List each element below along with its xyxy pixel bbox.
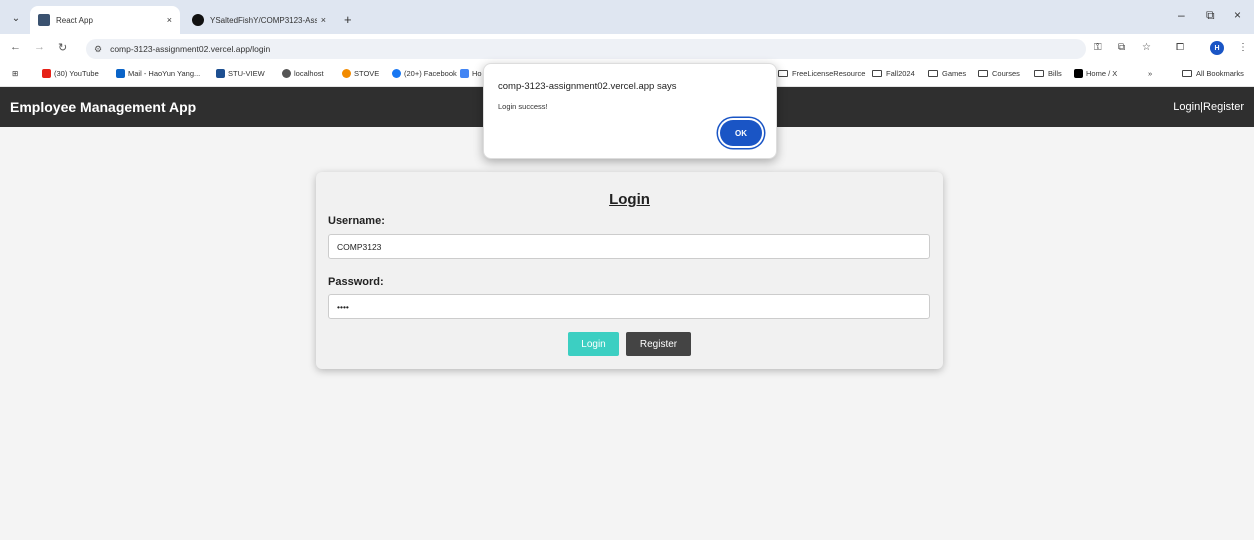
bookmark-mail[interactable]: Mail - HaoYun Yang... [116, 69, 200, 78]
bookmark-label: Ho [472, 69, 482, 78]
bookmark-label: (30) YouTube [54, 69, 99, 78]
bookmark-label: Courses [992, 69, 1020, 78]
close-tab-icon[interactable]: × [321, 15, 326, 25]
bookmark-label: Bills [1048, 69, 1062, 78]
bookmark-label: Games [942, 69, 967, 78]
folder-icon [928, 70, 938, 77]
bookmark-label: Mail - HaoYun Yang... [128, 69, 201, 78]
close-tab-icon[interactable]: × [167, 15, 172, 25]
bookmark-folder-courses[interactable]: Courses [978, 69, 1020, 78]
address-bar[interactable]: ⚙ comp-3123-assignment02.vercel.app/logi… [86, 39, 1086, 59]
bookmark-stove[interactable]: STOVE [342, 69, 379, 78]
dialog-ok-button[interactable]: OK [720, 120, 762, 146]
bookmark-label: localhost [294, 69, 324, 78]
bookmark-label: STU-VIEW [228, 69, 265, 78]
minimize-icon[interactable]: – [1178, 8, 1185, 22]
new-tab-button[interactable]: + [344, 12, 352, 27]
tab-strip: ⌄ React App × YSaltedFishY/COMP3123-Assi… [0, 0, 1254, 34]
bookmark-folder-freelicense[interactable]: FreeLicenseResource [778, 69, 865, 78]
bookmarks-overflow-icon[interactable]: » [1148, 69, 1152, 78]
tab-github[interactable]: YSaltedFishY/COMP3123-Assig × [184, 6, 334, 34]
bookmark-label: STOVE [354, 69, 380, 78]
bookmark-label: All Bookmarks [1196, 69, 1244, 78]
back-icon[interactable]: ← [10, 41, 21, 53]
forward-icon[interactable]: → [34, 41, 45, 53]
dialog-message: Login success! [498, 102, 548, 111]
all-bookmarks[interactable]: All Bookmarks [1182, 69, 1244, 78]
profile-avatar[interactable]: H [1210, 41, 1224, 55]
bookmark-localhost[interactable]: localhost [282, 69, 324, 78]
bookmark-label: FreeLicenseResource [792, 69, 866, 78]
browser-toolbar: ← → ↻ ⚙ comp-3123-assignment02.vercel.ap… [0, 34, 1254, 62]
app-brand[interactable]: Employee Management App [10, 99, 196, 115]
login-card: Login Username: COMP3123 Password: •••• … [316, 172, 943, 369]
folder-icon [872, 70, 882, 77]
youtube-icon [42, 69, 51, 78]
tab-search-chevron-icon[interactable]: ⌄ [8, 10, 24, 26]
reload-icon[interactable]: ↻ [58, 41, 67, 54]
username-input[interactable]: COMP3123 [328, 234, 930, 259]
bookmark-label: Fall2024 [886, 69, 915, 78]
folder-icon [1034, 70, 1044, 77]
password-key-icon[interactable]: ⚿ [1094, 42, 1102, 53]
folder-icon [1182, 70, 1192, 77]
folder-icon [778, 70, 788, 77]
x-logo-icon [1074, 69, 1083, 78]
bookmark-label: Home / X [1086, 69, 1118, 78]
stu-view-icon [216, 69, 225, 78]
site-info-icon[interactable]: ⚙ [94, 44, 102, 55]
bookmark-icon [460, 69, 469, 78]
bookmark-youtube[interactable]: (30) YouTube [42, 69, 99, 78]
outlook-icon [116, 69, 125, 78]
tab-title: YSaltedFishY/COMP3123-Assig [210, 15, 317, 25]
menu-kebab-icon[interactable]: ⋮ [1238, 42, 1248, 53]
restore-icon[interactable]: ⧉ [1206, 8, 1215, 23]
stove-icon [342, 69, 351, 78]
username-label: Username: [328, 215, 385, 227]
folder-icon [978, 70, 988, 77]
password-input[interactable]: •••• [328, 294, 930, 319]
dialog-title: comp-3123-assignment02.vercel.app says [498, 81, 677, 92]
bookmark-star-icon[interactable]: ☆ [1142, 42, 1151, 53]
bookmark-folder-games[interactable]: Games [928, 69, 966, 78]
register-button[interactable]: Register [626, 332, 691, 356]
globe-icon [282, 69, 291, 78]
bookmark-x[interactable]: Home / X [1074, 69, 1117, 78]
cast-icon[interactable]: ⧉ [1118, 42, 1125, 53]
extensions-icon[interactable]: ⧠ [1176, 42, 1184, 53]
tab-title: React App [56, 15, 93, 25]
facebook-icon [392, 69, 401, 78]
url-text: comp-3123-assignment02.vercel.app/login [110, 44, 271, 54]
nav-login-register-links[interactable]: Login|Register [1173, 101, 1244, 113]
bookmark-stu-view[interactable]: STU-VIEW [216, 69, 265, 78]
window-close-icon[interactable]: × [1234, 8, 1241, 22]
password-label: Password: [328, 276, 384, 288]
apps-grid-icon[interactable]: ⊞ [12, 69, 18, 78]
login-heading: Login [609, 191, 650, 208]
alert-dialog: comp-3123-assignment02.vercel.app says L… [483, 63, 777, 159]
login-button[interactable]: Login [568, 332, 619, 356]
bookmark-folder-fall2024[interactable]: Fall2024 [872, 69, 915, 78]
bookmark-folder-bills[interactable]: Bills [1034, 69, 1062, 78]
tab-react-app[interactable]: React App × [30, 6, 180, 34]
bookmark-ho[interactable]: Ho [460, 69, 482, 78]
react-app-favicon-icon [38, 14, 50, 26]
github-favicon-icon [192, 14, 204, 26]
bookmark-facebook[interactable]: (20+) Facebook [392, 69, 457, 78]
bookmark-label: (20+) Facebook [404, 69, 457, 78]
